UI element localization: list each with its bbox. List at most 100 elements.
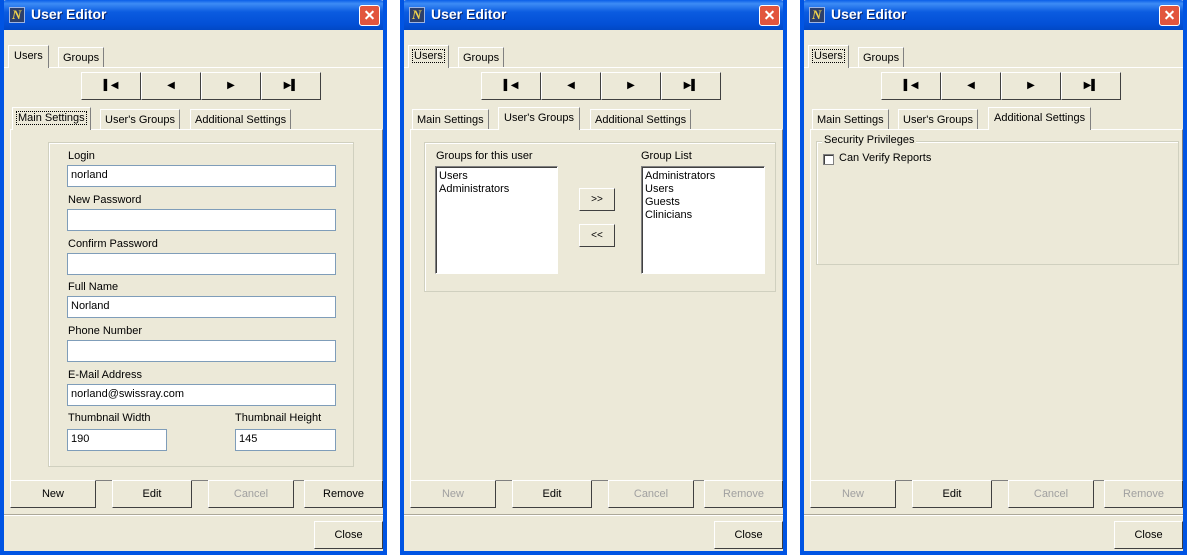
tab-groups[interactable]: Groups [458,47,505,67]
remove-button[interactable]: Remove [704,480,783,508]
confirm-password-label: Confirm Password [68,238,158,250]
list-item[interactable]: Administrators [439,183,554,196]
group-list-label: Group List [641,150,692,162]
close-button[interactable]: Close [314,521,383,549]
user-editor-window-main-settings: User Editor Users Groups ▌◀ ◀ ▶ ▶▌ Main … [0,0,387,555]
close-window-icon[interactable] [1159,5,1180,26]
remove-button[interactable]: Remove [1104,480,1183,508]
groups-for-user-label: Groups for this user [436,150,533,162]
skip-first-icon: ▌◀ [103,80,119,91]
next-record-button[interactable]: ▶ [1001,72,1061,100]
cancel-button[interactable]: Cancel [208,480,294,508]
login-input[interactable]: norland [67,165,336,187]
thumbnail-width-label: Thumbnail Width [68,412,151,424]
new-button[interactable]: New [410,480,496,508]
title-bar[interactable]: User Editor [804,0,1183,30]
list-item[interactable]: Administrators [645,170,761,183]
can-verify-reports-label: Can Verify Reports [839,152,932,164]
first-record-button[interactable]: ▌◀ [481,72,541,100]
edit-button[interactable]: Edit [512,480,592,508]
tab-main-settings[interactable]: Main Settings [812,109,889,129]
first-record-button[interactable]: ▌◀ [881,72,941,100]
list-item[interactable]: Users [439,170,554,183]
tab-groups[interactable]: Groups [858,47,905,67]
tab-groups[interactable]: Groups [58,47,105,67]
phone-number-input[interactable] [67,340,336,362]
app-icon [809,7,825,23]
list-item[interactable]: Clinicians [645,209,761,222]
user-editor-window-users-groups: User Editor Users Groups ▌◀ ◀ ▶ ▶▌ Main … [400,0,787,555]
list-item[interactable]: Users [645,183,761,196]
remove-from-user-button[interactable]: << [579,224,615,247]
tab-additional-settings[interactable]: Additional Settings [988,107,1092,130]
next-record-button[interactable]: ▶ [201,72,261,100]
last-record-button[interactable]: ▶▌ [661,72,721,100]
tab-main-settings[interactable]: Main Settings [412,109,489,129]
prev-icon: ◀ [967,80,975,91]
thumbnail-width-input[interactable]: 190 [67,429,167,451]
tab-users-groups[interactable]: User's Groups [100,109,180,129]
close-button[interactable]: Close [714,521,783,549]
security-privileges-label: Security Privileges [822,134,917,146]
group-list[interactable]: Administrators Users Guests Clinicians [641,166,765,274]
close-window-icon[interactable] [359,5,380,26]
close-window-icon[interactable] [759,5,780,26]
can-verify-reports-checkbox[interactable] [823,154,834,165]
tab-users-groups[interactable]: User's Groups [898,109,978,129]
new-button[interactable]: New [10,480,96,508]
app-icon [409,7,425,23]
phone-number-label: Phone Number [68,325,142,337]
thumbnail-height-input[interactable]: 145 [235,429,336,451]
window-title: User Editor [831,6,907,22]
last-record-button[interactable]: ▶▌ [1061,72,1121,100]
confirm-password-input[interactable] [67,253,336,275]
previous-record-button[interactable]: ◀ [941,72,1001,100]
close-button[interactable]: Close [1114,521,1183,549]
full-name-label: Full Name [68,281,119,293]
email-input[interactable]: norland@swissray.com [67,384,336,406]
cancel-button[interactable]: Cancel [608,480,694,508]
full-name-input[interactable]: Norland [67,296,336,318]
prev-icon: ◀ [167,80,175,91]
user-editor-window-additional-settings: User Editor Users Groups ▌◀ ◀ ▶ ▶▌ Main … [800,0,1187,555]
tab-main-settings[interactable]: Main Settings [12,107,91,130]
skip-first-icon: ▌◀ [503,80,519,91]
tab-users[interactable]: Users [8,45,49,68]
title-bar[interactable]: User Editor [4,0,383,30]
tab-users-groups[interactable]: User's Groups [498,107,580,130]
login-label: Login [68,150,95,162]
new-button[interactable]: New [810,480,896,508]
previous-record-button[interactable]: ◀ [141,72,201,100]
next-icon: ▶ [227,80,235,91]
prev-icon: ◀ [567,80,575,91]
new-password-input[interactable] [67,209,336,231]
tab-additional-settings[interactable]: Additional Settings [590,109,692,129]
app-icon [9,7,25,23]
window-title: User Editor [31,6,107,22]
email-label: E-Mail Address [68,369,142,381]
title-bar[interactable]: User Editor [404,0,783,30]
first-record-button[interactable]: ▌◀ [81,72,141,100]
groups-for-user-list[interactable]: Users Administrators [435,166,558,274]
previous-record-button[interactable]: ◀ [541,72,601,100]
skip-first-icon: ▌◀ [903,80,919,91]
tab-users[interactable]: Users [408,45,449,68]
skip-last-icon: ▶▌ [283,80,299,91]
skip-last-icon: ▶▌ [1083,80,1099,91]
remove-button[interactable]: Remove [304,480,383,508]
next-icon: ▶ [1027,80,1035,91]
add-to-user-button[interactable]: >> [579,188,615,211]
next-icon: ▶ [627,80,635,91]
next-record-button[interactable]: ▶ [601,72,661,100]
last-record-button[interactable]: ▶▌ [261,72,321,100]
thumbnail-height-label: Thumbnail Height [235,412,322,424]
tab-users[interactable]: Users [808,45,849,68]
window-title: User Editor [431,6,507,22]
cancel-button[interactable]: Cancel [1008,480,1094,508]
edit-button[interactable]: Edit [112,480,192,508]
list-item[interactable]: Guests [645,196,761,209]
tab-additional-settings[interactable]: Additional Settings [190,109,292,129]
edit-button[interactable]: Edit [912,480,992,508]
new-password-label: New Password [68,194,142,206]
skip-last-icon: ▶▌ [683,80,699,91]
